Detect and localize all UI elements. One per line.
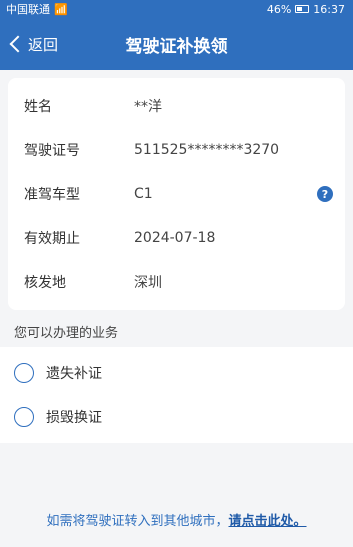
help-icon[interactable]: ? [317,186,333,202]
info-value: 2024-07-18 [134,230,216,246]
transfer-link[interactable]: 请点击此处。 [229,514,307,529]
back-button[interactable]: 返回 [0,18,58,70]
info-row-expiry: 有效期止 2024-07-18 [8,216,345,260]
status-right: 46% 16:37 [267,3,345,16]
transfer-notice-text: 如需将驾驶证转入到其他城市， [46,514,229,529]
battery-icon [295,5,310,13]
info-row-vehicle-class: 准驾车型 C1 ? [8,172,345,216]
option-label: 遗失补证 [46,366,102,382]
radio-button[interactable] [14,407,34,427]
license-info-card: 姓名 **洋 驾驶证号 511525********3270 准驾车型 C1 ?… [8,78,345,310]
battery-percent: 46% [266,2,292,16]
clock: 16:37 [313,2,345,16]
carrier-label: 中国联通 [6,3,50,16]
info-label: 有效期止 [24,231,80,247]
nav-bar: 返回 驾驶证补换领 [0,18,353,70]
status-left: 中国联通 📶 [6,1,68,17]
info-value: 511525********3270 [134,142,280,158]
info-value: C1 [134,186,153,202]
signal-icon: 📶 [54,2,68,16]
services-title: 您可以办理的业务 [14,326,119,341]
info-label: 核发地 [24,275,66,291]
info-label: 准驾车型 [24,187,80,203]
service-options: 遗失补证 损毁换证 [0,347,353,443]
option-damaged-replace[interactable]: 损毁换证 [0,395,353,439]
info-row-name: 姓名 **洋 [8,84,345,128]
status-bar: 中国联通 📶 46% 16:37 [0,0,353,18]
info-label: 姓名 [24,99,52,115]
transfer-notice: 如需将驾驶证转入到其他城市，请点击此处。 [0,510,353,529]
info-label: 驾驶证号 [24,143,80,159]
info-value: **洋 [134,99,162,115]
info-value: 深圳 [134,275,162,291]
info-row-license-number: 驾驶证号 511525********3270 [8,128,345,172]
option-label: 损毁换证 [46,410,102,426]
info-row-issuer: 核发地 深圳 [8,260,345,304]
back-label: 返回 [28,35,59,54]
option-lost-reissue[interactable]: 遗失补证 [0,351,353,395]
radio-button[interactable] [14,363,34,383]
chevron-left-icon [9,35,27,53]
